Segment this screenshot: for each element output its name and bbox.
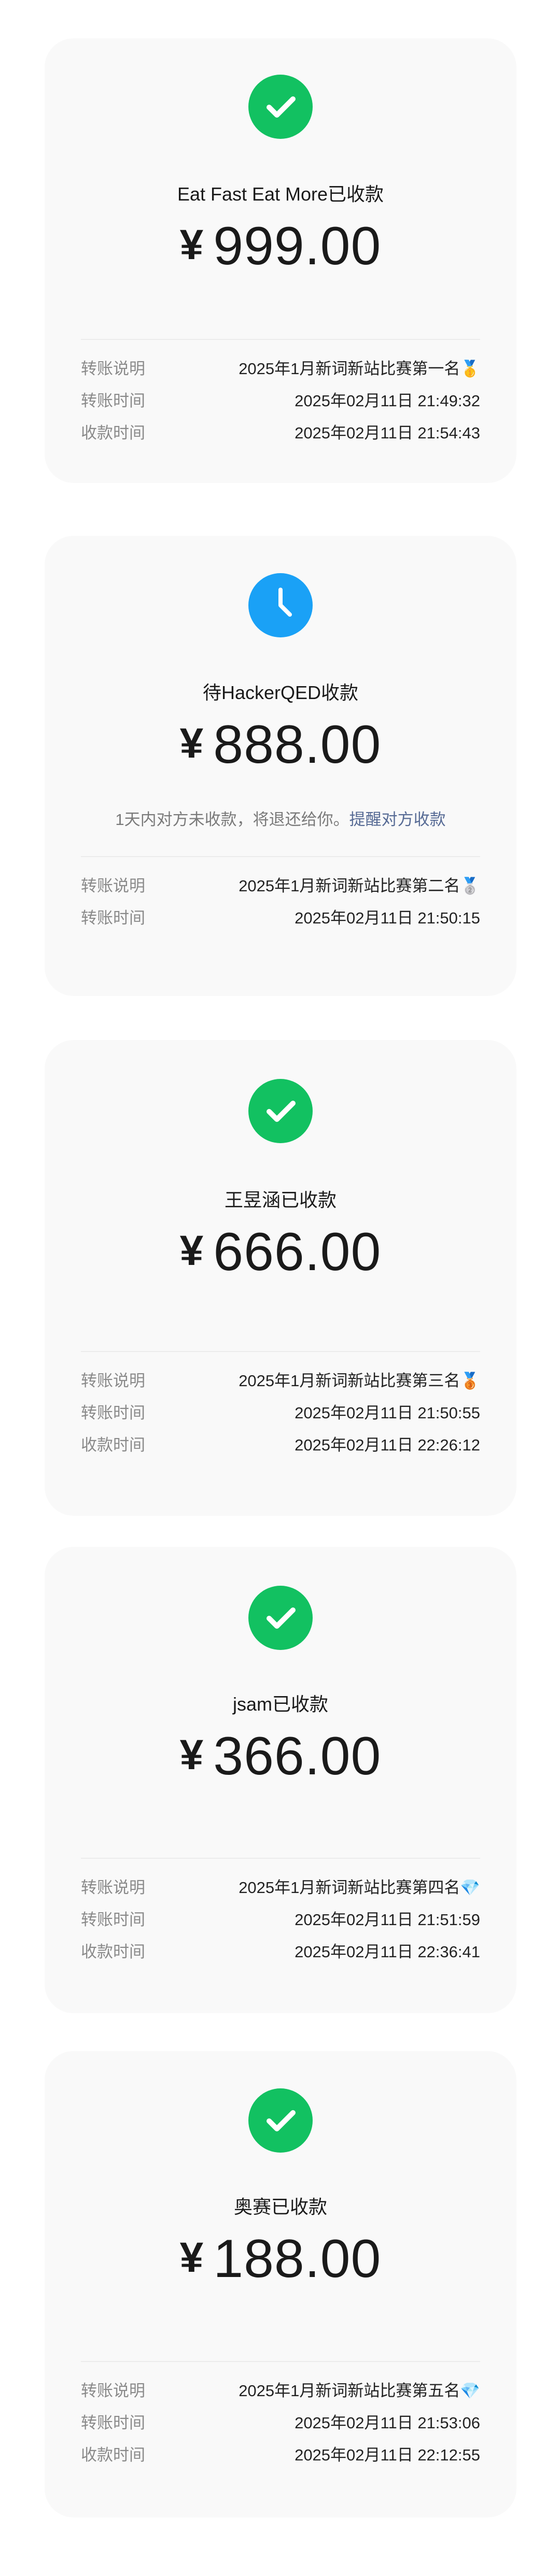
- pending-hint: 1天内对方未收款，将退还给你。提醒对方收款: [45, 806, 516, 830]
- detail-value: 2025年1月新词新站比赛第三名🥉: [239, 1372, 480, 1390]
- detail-row: 转账说明 2025年1月新词新站比赛第一名🥇: [81, 355, 480, 379]
- payee-status: 待HackerQED收款: [202, 682, 359, 703]
- remind-payee-link[interactable]: 提醒对方收款: [349, 810, 446, 829]
- divider: [81, 1351, 480, 1352]
- detail-label: 收款时间: [81, 424, 145, 442]
- detail-label: 转账说明: [81, 1372, 145, 1390]
- detail-row: 转账说明 2025年1月新词新站比赛第二名🥈: [81, 873, 480, 896]
- currency-symbol: ¥: [179, 1227, 204, 1274]
- detail-row: 收款时间 2025年02月11日 21:54:43: [81, 420, 480, 444]
- detail-row: 收款时间 2025年02月11日 22:12:55: [81, 2442, 480, 2466]
- amount: ¥666.00: [45, 1221, 516, 1283]
- transfer-card: 王昱涵已收款 ¥666.00 转账说明 2025年1月新词新站比赛第三名🥉 转账…: [45, 1040, 516, 1516]
- amount-value: 888.00: [213, 715, 382, 775]
- detail-value: 2025年02月11日 21:51:59: [295, 1911, 480, 1929]
- currency-symbol: ¥: [179, 221, 204, 268]
- detail-label: 转账时间: [81, 909, 145, 927]
- detail-label: 转账说明: [81, 360, 145, 378]
- divider: [81, 2361, 480, 2362]
- detail-value: 2025年02月11日 21:50:55: [295, 1404, 480, 1422]
- payee-status: jsam已收款: [232, 1693, 328, 1715]
- check-icon: [248, 75, 313, 139]
- transfer-card: jsam已收款 ¥366.00 转账说明 2025年1月新词新站比赛第四名💎 转…: [45, 1547, 516, 2013]
- transfer-card: 待HackerQED收款 ¥888.00 1天内对方未收款，将退还给你。提醒对方…: [45, 536, 516, 996]
- detail-row: 转账时间 2025年02月11日 21:50:55: [81, 1400, 480, 1424]
- detail-value: 2025年1月新词新站比赛第五名💎: [239, 2382, 480, 2400]
- detail-row: 转账时间 2025年02月11日 21:50:15: [81, 905, 480, 929]
- detail-value: 2025年02月11日 21:50:15: [295, 909, 480, 927]
- detail-label: 转账时间: [81, 2414, 145, 2432]
- divider: [81, 339, 480, 340]
- detail-value: 2025年02月11日 21:54:43: [295, 424, 480, 442]
- amount-value: 666.00: [213, 1222, 382, 1282]
- detail-label: 收款时间: [81, 1436, 145, 1454]
- detail-label: 转账时间: [81, 392, 145, 410]
- detail-value: 2025年02月11日 22:12:55: [295, 2446, 480, 2464]
- amount-value: 188.00: [213, 2229, 382, 2289]
- amount-value: 366.00: [213, 1726, 382, 1786]
- detail-row: 转账说明 2025年1月新词新站比赛第五名💎: [81, 2378, 480, 2401]
- transfer-card: 奥赛已收款 ¥188.00 转账说明 2025年1月新词新站比赛第五名💎 转账时…: [45, 2051, 516, 2517]
- amount: ¥188.00: [45, 2228, 516, 2290]
- payee-status: 奥赛已收款: [233, 2196, 327, 2217]
- detail-label: 转账说明: [81, 1878, 145, 1897]
- detail-value: 2025年02月11日 21:49:32: [295, 392, 480, 410]
- detail-label: 转账时间: [81, 1404, 145, 1422]
- payee-status: 王昱涵已收款: [224, 1189, 337, 1211]
- check-icon: [248, 1586, 313, 1650]
- check-icon: [248, 1079, 313, 1143]
- divider: [81, 856, 480, 857]
- detail-row: 转账说明 2025年1月新词新站比赛第三名🥉: [81, 1368, 480, 1391]
- detail-value: 2025年02月11日 22:26:12: [295, 1436, 480, 1454]
- amount: ¥366.00: [45, 1726, 516, 1787]
- detail-label: 转账说明: [81, 2382, 145, 2400]
- detail-row: 收款时间 2025年02月11日 22:26:12: [81, 1432, 480, 1456]
- detail-row: 转账时间 2025年02月11日 21:51:59: [81, 1906, 480, 1930]
- detail-label: 转账说明: [81, 877, 145, 895]
- amount: ¥888.00: [45, 714, 516, 776]
- currency-symbol: ¥: [179, 1731, 204, 1778]
- detail-label: 收款时间: [81, 1943, 145, 1961]
- transfer-card: Eat Fast Eat More已收款 ¥999.00 转账说明 2025年1…: [45, 38, 516, 483]
- divider: [81, 1858, 480, 1859]
- detail-value: 2025年02月11日 21:53:06: [295, 2414, 480, 2432]
- detail-value: 2025年1月新词新站比赛第一名🥇: [239, 360, 480, 378]
- payee-status: Eat Fast Eat More已收款: [177, 183, 384, 205]
- currency-symbol: ¥: [179, 2234, 204, 2281]
- transfer-receipts-page: Eat Fast Eat More已收款 ¥999.00 转账说明 2025年1…: [0, 0, 560, 2576]
- amount: ¥999.00: [45, 216, 516, 277]
- detail-value: 2025年02月11日 22:36:41: [295, 1943, 480, 1961]
- detail-row: 转账说明 2025年1月新词新站比赛第四名💎: [81, 1874, 480, 1898]
- clock-icon: [248, 573, 313, 637]
- detail-row: 转账时间 2025年02月11日 21:49:32: [81, 388, 480, 411]
- detail-value: 2025年1月新词新站比赛第四名💎: [239, 1878, 480, 1897]
- pending-hint-text: 1天内对方未收款，将退还给你。: [115, 810, 349, 829]
- detail-row: 收款时间 2025年02月11日 22:36:41: [81, 1939, 480, 1962]
- detail-value: 2025年1月新词新站比赛第二名🥈: [239, 877, 480, 895]
- detail-label: 转账时间: [81, 1911, 145, 1929]
- detail-row: 转账时间 2025年02月11日 21:53:06: [81, 2410, 480, 2433]
- currency-symbol: ¥: [179, 720, 204, 767]
- amount-value: 999.00: [213, 216, 382, 276]
- check-icon: [248, 2088, 313, 2153]
- detail-label: 收款时间: [81, 2446, 145, 2464]
